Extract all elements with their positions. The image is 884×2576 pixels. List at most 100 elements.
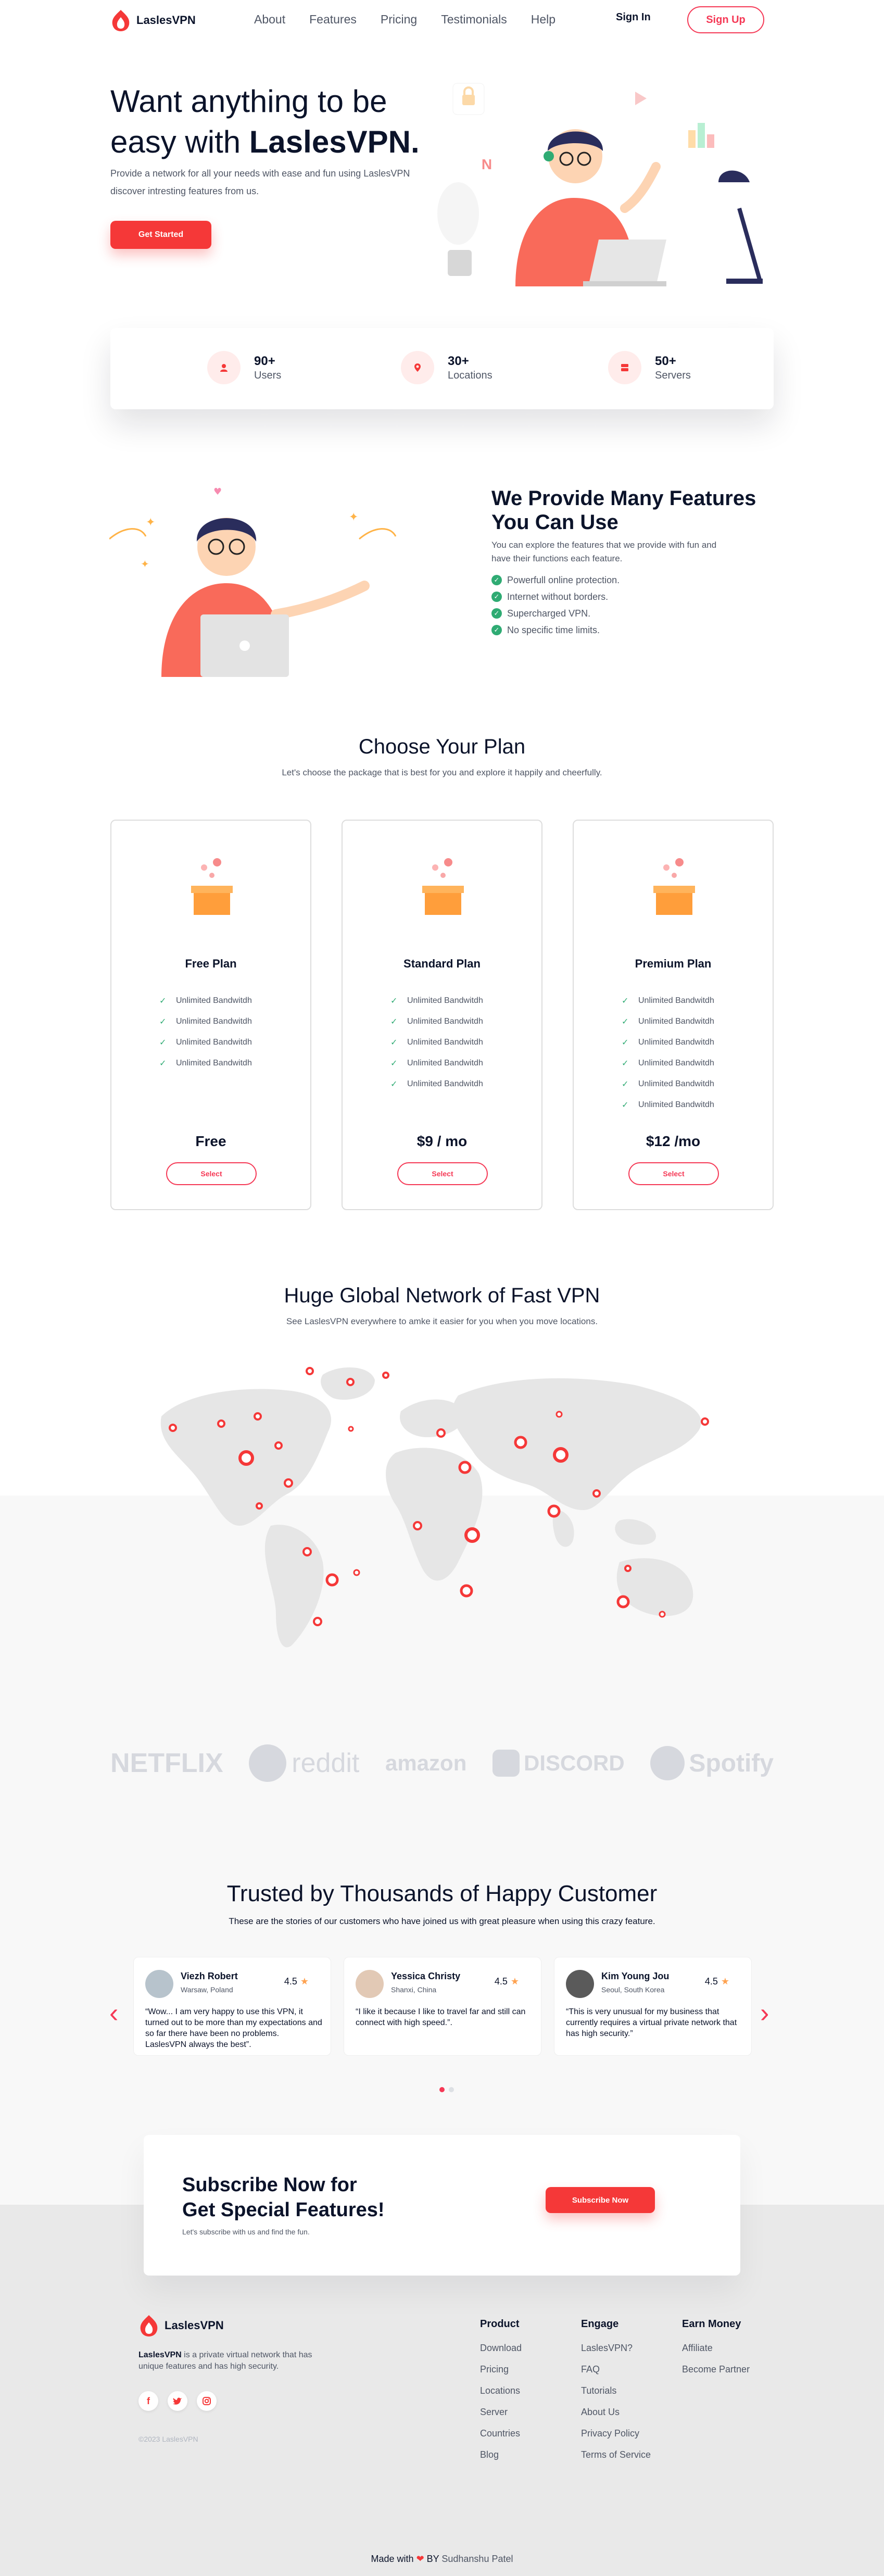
testimonial-card: Viezh Robert Warsaw, Poland 4.5 ★ “Wow...… xyxy=(133,1957,331,2056)
author-name[interactable]: Sudhanshu Patel xyxy=(441,2554,513,2564)
nav-link-pricing[interactable]: Pricing xyxy=(381,12,417,27)
stat-value: 90+ xyxy=(254,354,275,368)
footer-link[interactable]: Terms of Service xyxy=(581,2449,651,2471)
brand-logos: NETFLIX reddit amazon DISCORD Spotify xyxy=(110,1744,774,1782)
nav-link-testimonials[interactable]: Testimonials xyxy=(441,12,507,27)
plan-feature-label: Unlimited Bandwitdh xyxy=(638,1038,714,1047)
brand-logo-netflix: NETFLIX xyxy=(110,1748,223,1778)
footer-link[interactable]: About Us xyxy=(581,2407,651,2428)
location-icon xyxy=(401,351,434,384)
reddit-icon xyxy=(249,1744,287,1782)
check-icon: ✓ xyxy=(390,1017,398,1026)
plan-feature: ✓ Unlimited Bandwitdh xyxy=(390,1032,483,1053)
footer-link[interactable]: Countries xyxy=(480,2428,522,2449)
sign-up-button[interactable]: Sign Up xyxy=(687,6,764,33)
check-icon: ✓ xyxy=(622,997,629,1006)
footer-link[interactable]: FAQ xyxy=(581,2364,651,2385)
stats-panel: 90+ Users 30+ Locations 50+ Servers xyxy=(110,328,774,409)
feature-item: ✓ Powerfull online protection. xyxy=(491,572,620,588)
discord-icon xyxy=(492,1750,520,1777)
star-icon: ★ xyxy=(300,1976,309,1987)
select-plan-button[interactable]: Select xyxy=(166,1162,257,1185)
footer-link[interactable]: Blog xyxy=(480,2449,522,2471)
footer-link[interactable]: Server xyxy=(480,2407,522,2428)
testimonial-rating: 4.5 ★ xyxy=(705,1976,729,1987)
features-description: You can explore the features that we pro… xyxy=(491,540,717,563)
plan-card-standard: Standard Plan ✓ Unlimited Bandwitdh ✓ Unli… xyxy=(342,820,542,1210)
carousel-dot-active[interactable] xyxy=(439,2087,445,2092)
plan-feature: ✓ Unlimited Bandwitdh xyxy=(622,1074,714,1095)
plan-feature-list: ✓ Unlimited Bandwitdh ✓ Unlimited Bandwitd… xyxy=(159,990,252,1074)
subscribe-button[interactable]: Subscribe Now xyxy=(546,2187,655,2213)
footer-link[interactable]: Become Partner xyxy=(682,2364,750,2385)
stat-users: 90+ Users xyxy=(207,351,281,384)
plan-feature-label: Unlimited Bandwitdh xyxy=(638,1059,714,1067)
plan-feature-label: Unlimited Bandwitdh xyxy=(638,1017,714,1026)
chevron-right-icon[interactable]: › xyxy=(760,2000,769,2027)
hero-description: Provide a network for all your needs wit… xyxy=(110,168,410,196)
get-started-button[interactable]: Get Started xyxy=(110,221,211,249)
footer-column-title: Engage xyxy=(581,2318,619,2330)
plan-feature: ✓ Unlimited Bandwitdh xyxy=(159,1032,252,1053)
plan-feature-label: Unlimited Bandwitdh xyxy=(638,996,714,1005)
nav-link-about[interactable]: About xyxy=(254,12,285,27)
plan-card-premium: Premium Plan ✓ Unlimited Bandwitdh ✓ Unlim… xyxy=(573,820,774,1210)
feature-label: Internet without borders. xyxy=(507,591,609,602)
testimonial-rating: 4.5 ★ xyxy=(495,1976,519,1987)
footer-link[interactable]: Affiliate xyxy=(682,2343,750,2364)
plan-feature-label: Unlimited Bandwitdh xyxy=(407,1017,483,1026)
brand-logo-reddit: reddit xyxy=(249,1744,359,1782)
plan-name: Free Plan xyxy=(185,957,237,970)
select-plan-button[interactable]: Select xyxy=(397,1162,488,1185)
avatar xyxy=(145,1970,173,1998)
feature-item: ✓ Supercharged VPN. xyxy=(491,605,620,622)
facebook-icon[interactable]: f xyxy=(138,2391,158,2411)
testimonial-name: Kim Young Jou xyxy=(601,1971,670,1981)
carousel-dot[interactable] xyxy=(449,2087,454,2092)
avatar xyxy=(356,1970,384,1998)
chevron-left-icon[interactable]: ‹ xyxy=(109,2000,118,2027)
subscribe-description: Let's subscribe with us and find the fun… xyxy=(182,2228,310,2236)
footer-link[interactable]: LaslesVPN? xyxy=(581,2343,651,2364)
select-plan-button[interactable]: Select xyxy=(628,1162,719,1185)
plan-feature-label: Unlimited Bandwitdh xyxy=(176,1038,252,1047)
nav-link-help[interactable]: Help xyxy=(531,12,555,27)
logo-icon xyxy=(112,10,130,31)
brand-logo[interactable]: LaslesVPN xyxy=(110,9,196,32)
subscribe-title: Subscribe Now for Get Special Features! xyxy=(182,2172,443,2222)
check-icon: ✓ xyxy=(390,997,398,1006)
brand-text: DISCORD xyxy=(524,1751,625,1775)
gift-box-icon xyxy=(422,858,464,915)
brand-text: reddit xyxy=(292,1748,360,1778)
testimonial-text: “Wow... I am very happy to use this VPN,… xyxy=(145,2007,322,2049)
check-icon: ✓ xyxy=(159,997,167,1006)
brand-name: LaslesVPN xyxy=(136,14,196,27)
footer-link[interactable]: Tutorials xyxy=(581,2385,651,2407)
hero-title-line2: easy with LaslesVPN. xyxy=(110,122,475,162)
footer-link[interactable]: Privacy Policy xyxy=(581,2428,651,2449)
navbar: LaslesVPN About Features Pricing Testimo… xyxy=(0,0,884,42)
plan-feature: ✓ Unlimited Bandwitdh xyxy=(622,1095,714,1115)
copyright: ©2023 LaslesVPN xyxy=(138,2435,198,2443)
nav-link-features[interactable]: Features xyxy=(309,12,357,27)
made-with-text: Made with xyxy=(371,2554,414,2564)
footer-link[interactable]: Download xyxy=(480,2343,522,2364)
rating-value: 4.5 xyxy=(494,1976,508,1987)
plan-feature: ✓ Unlimited Bandwitdh xyxy=(390,1011,483,1032)
plan-feature: ✓ Unlimited Bandwitdh xyxy=(159,990,252,1011)
twitter-icon[interactable] xyxy=(168,2391,187,2411)
plan-feature-list: ✓ Unlimited Bandwitdh ✓ Unlimited Bandwitd… xyxy=(390,990,483,1095)
footer-link[interactable]: Pricing xyxy=(480,2364,522,2385)
testimonial-text: “This is very unusual for my business th… xyxy=(566,2007,737,2038)
testimonials-subtitle: These are the stories of our customers w… xyxy=(229,1916,655,1926)
brand-logo-spotify: Spotify xyxy=(650,1746,774,1780)
plan-feature-list: ✓ Unlimited Bandwitdh ✓ Unlimited Bandwitd… xyxy=(622,990,714,1115)
plan-feature-label: Unlimited Bandwitdh xyxy=(407,996,483,1005)
sign-in-link[interactable]: Sign In xyxy=(616,11,651,23)
footer-link[interactable]: Locations xyxy=(480,2385,522,2407)
subscribe-title-line1: Subscribe Now for xyxy=(182,2174,357,2196)
avatar xyxy=(566,1970,594,1998)
footer-brand-logo[interactable]: LaslesVPN xyxy=(138,2314,224,2337)
footer-column-title: Product xyxy=(480,2318,520,2330)
instagram-icon[interactable] xyxy=(197,2391,217,2411)
